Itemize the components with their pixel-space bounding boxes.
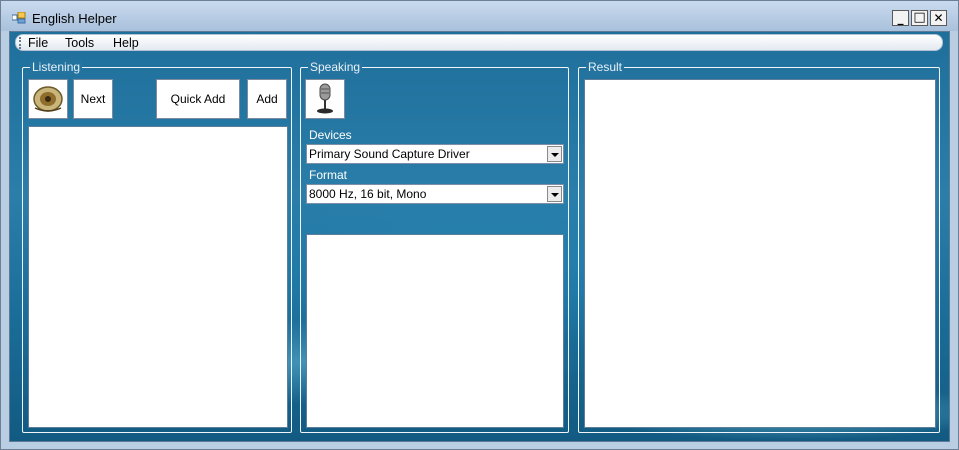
format-select[interactable]: 8000 Hz, 16 bit, Mono: [306, 184, 564, 204]
menu-file[interactable]: File: [28, 36, 48, 50]
close-button[interactable]: ✕: [930, 10, 947, 26]
main-client-area: File Tools Help Listening Next Quick Add…: [9, 31, 950, 442]
devices-select[interactable]: Primary Sound Capture Driver: [306, 144, 564, 164]
speaking-group: Speaking Devices Primary Sound Capture D…: [300, 60, 569, 433]
devices-label: Devices: [309, 128, 352, 142]
result-group: Result: [578, 60, 940, 433]
speaker-icon: [33, 86, 63, 112]
menu-grip-handle[interactable]: [19, 37, 23, 49]
result-legend: Result: [586, 60, 625, 74]
app-icon: [12, 12, 26, 24]
devices-value: Primary Sound Capture Driver: [309, 147, 470, 161]
maximize-button[interactable]: □: [911, 10, 928, 26]
add-button[interactable]: Add: [247, 79, 287, 119]
chevron-down-icon: [551, 153, 559, 157]
quick-add-button[interactable]: Quick Add: [156, 79, 240, 119]
devices-dropdown-button[interactable]: [547, 146, 562, 162]
record-button[interactable]: [305, 79, 345, 119]
app-window: English Helper _ □ ✕ File Tools Help Lis…: [0, 0, 959, 450]
listening-legend: Listening: [30, 60, 83, 74]
menu-tools[interactable]: Tools: [65, 36, 94, 50]
menu-bar: File Tools Help: [15, 34, 943, 51]
format-value: 8000 Hz, 16 bit, Mono: [309, 187, 427, 201]
minimize-button[interactable]: _: [892, 10, 909, 26]
speaking-legend: Speaking: [308, 60, 363, 74]
menu-help[interactable]: Help: [113, 36, 139, 50]
speaking-list[interactable]: [306, 234, 564, 428]
next-button[interactable]: Next: [73, 79, 113, 119]
microphone-icon: [317, 83, 333, 114]
play-sound-button[interactable]: [28, 79, 68, 119]
listening-list[interactable]: [28, 126, 288, 428]
window-title: English Helper: [32, 11, 117, 26]
chevron-down-icon: [551, 193, 559, 197]
result-text-area[interactable]: [584, 79, 936, 428]
title-bar[interactable]: English Helper _ □ ✕: [1, 1, 958, 31]
format-label: Format: [309, 168, 348, 182]
listening-group: Listening Next Quick Add Add: [22, 60, 292, 433]
format-dropdown-button[interactable]: [547, 186, 562, 202]
